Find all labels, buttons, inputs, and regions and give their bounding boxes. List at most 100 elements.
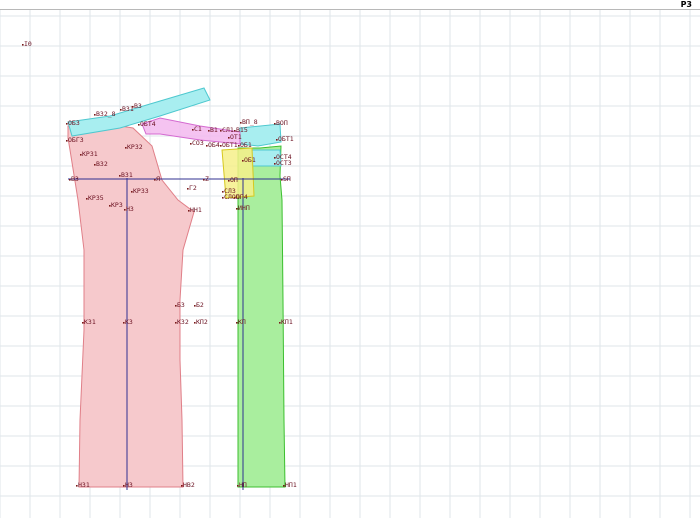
label-kr35: КР35: [88, 194, 104, 202]
label-obt4: ОБТ4: [140, 120, 156, 128]
label-hp: НП: [239, 481, 247, 489]
point-marker: [109, 205, 111, 207]
point-marker: [124, 209, 126, 211]
point-marker: [194, 305, 196, 307]
label-kp: КП: [238, 318, 246, 326]
label-co3: СО3: [192, 139, 204, 147]
label-obg3: ОБГ3: [68, 136, 84, 144]
point-marker: [234, 197, 236, 199]
label-h3: Н3: [126, 205, 134, 213]
point-marker: [220, 130, 222, 132]
point-marker: [192, 129, 194, 131]
point-marker: [190, 143, 192, 145]
origin-label: I0: [24, 40, 32, 48]
label-sp: SП: [283, 175, 291, 183]
point-marker: [86, 198, 88, 200]
point-marker: [203, 179, 205, 181]
point-marker: [175, 322, 177, 324]
point-marker: [22, 44, 24, 46]
point-marker: [242, 160, 244, 162]
label-ost3: ОСТ3: [276, 159, 292, 167]
point-marker: [154, 179, 156, 181]
label-kp2: КП2: [196, 318, 208, 326]
point-marker: [236, 208, 238, 210]
point-marker: [228, 137, 230, 139]
label-inp: ИНП: [238, 204, 250, 212]
label-op4: ОП4: [236, 193, 248, 201]
label-kr3x: КР3: [111, 201, 123, 209]
point-marker: [236, 322, 238, 324]
label-ot1: ОТ1: [230, 133, 242, 141]
label-b3-mid: Б3: [177, 301, 185, 309]
pattern-canvas[interactable]: I0 В32_8 В31 В3 ОБ3 ОБТ4 С1 В1 СЛ1 В15 В…: [0, 10, 700, 518]
label-ob1b: ОБ1: [244, 156, 256, 164]
point-marker: [274, 163, 276, 165]
label-ob4: ОБ4: [208, 141, 220, 149]
point-marker: [69, 179, 71, 181]
label-c1: С1: [194, 125, 202, 133]
label-g2: Г2: [189, 184, 197, 192]
label-b3-top: В3: [134, 102, 142, 110]
corner-tag: Р3: [680, 0, 692, 9]
point-marker: [188, 210, 190, 212]
label-ob3: ОБ3: [68, 119, 80, 127]
point-marker: [228, 180, 230, 182]
label-kr33: КР33: [133, 187, 149, 195]
label-b1: В1: [210, 126, 218, 134]
point-marker: [80, 154, 82, 156]
point-marker: [181, 485, 183, 487]
point-marker: [206, 145, 208, 147]
label-h31: Н31: [78, 481, 90, 489]
pattern-drawing[interactable]: I0 В32_8 В31 В3 ОБ3 ОБТ4 С1 В1 СЛ1 В15 В…: [0, 10, 700, 518]
point-marker: [123, 485, 125, 487]
point-marker: [194, 322, 196, 324]
label-kr32: КР32: [127, 143, 143, 151]
point-marker: [76, 485, 78, 487]
label-ya: Я: [156, 175, 160, 183]
point-marker: [66, 140, 68, 142]
top-toolbar-strip: Р3: [0, 0, 700, 10]
point-marker: [131, 191, 133, 193]
point-marker: [234, 130, 236, 132]
point-marker: [238, 145, 240, 147]
point-marker: [120, 109, 122, 111]
point-marker: [222, 191, 224, 193]
label-z: Z: [205, 175, 209, 183]
label-k3: К3: [125, 318, 133, 326]
point-marker: [274, 123, 276, 125]
label-hp1: НП1: [285, 481, 297, 489]
point-marker: [125, 147, 127, 149]
point-marker: [281, 179, 283, 181]
label-op: ОП: [230, 176, 238, 184]
label-obt1-a: ОБТ1: [222, 141, 238, 149]
label-kp1: КП1: [281, 318, 293, 326]
label-bop: ВОП: [276, 119, 288, 127]
point-marker: [82, 322, 84, 324]
point-marker: [175, 305, 177, 307]
point-marker: [283, 485, 285, 487]
label-b32: В32: [96, 160, 108, 168]
label-k32: К32: [177, 318, 189, 326]
point-marker: [138, 124, 140, 126]
point-marker: [123, 322, 125, 324]
point-marker: [66, 123, 68, 125]
point-marker: [94, 114, 96, 116]
label-b31-mid: В31: [121, 171, 133, 179]
label-bp_8: ВП_8: [242, 118, 258, 126]
point-marker: [94, 164, 96, 166]
label-k31: К31: [84, 318, 96, 326]
point-marker: [187, 188, 189, 190]
label-obt1-b: ОБТ1: [278, 135, 294, 143]
point-marker: [279, 322, 281, 324]
label-ob1: ОБ1: [240, 141, 252, 149]
point-marker: [237, 485, 239, 487]
label-b3-axis: В3: [71, 175, 79, 183]
label-h3-bottom: Н3: [125, 481, 133, 489]
point-marker: [119, 175, 121, 177]
point-marker: [208, 130, 210, 132]
label-hh1: НН1: [190, 206, 202, 214]
point-marker: [276, 139, 278, 141]
point-marker: [240, 122, 242, 124]
label-b2-mid: Б2: [196, 301, 204, 309]
point-marker: [220, 145, 222, 147]
